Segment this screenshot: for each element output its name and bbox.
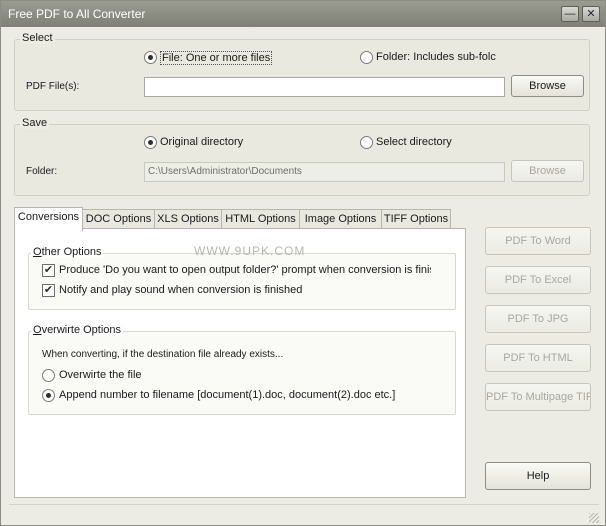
folder-radio-label[interactable]: Folder: Includes sub-folc	[376, 51, 496, 63]
pdf-to-word-button[interactable]: PDF To Word	[485, 227, 591, 255]
prompt-open-folder-label[interactable]: Produce 'Do you want to open output fold…	[59, 264, 431, 276]
save-group-label: Save	[20, 117, 50, 129]
file-radio-label[interactable]: File: One or more files	[160, 51, 273, 65]
folder-label: Folder:	[26, 166, 58, 177]
select-directory-radio[interactable]	[360, 136, 373, 149]
tab-tiff-options[interactable]: TIFF Options	[381, 209, 451, 229]
conversions-tab-panel: Other Options ✔ Produce 'Do you want to …	[14, 228, 466, 498]
overwrite-file-radio[interactable]	[42, 369, 55, 382]
pdf-to-jpg-button[interactable]: PDF To JPG	[485, 305, 591, 333]
append-number-label[interactable]: Append number to filename [document(1).d…	[59, 389, 395, 401]
other-options-label: Other Options	[31, 246, 104, 258]
tab-conversions[interactable]: Conversions	[14, 207, 83, 231]
window-title: Free PDF to All Converter	[8, 7, 146, 21]
save-browse-button[interactable]: Browse	[511, 160, 584, 182]
tab-xls-options[interactable]: XLS Options	[154, 209, 222, 229]
save-folder-input[interactable]: C:\Users\Administrator\Documents	[144, 162, 505, 182]
select-browse-button[interactable]: Browse	[511, 75, 584, 97]
original-directory-label[interactable]: Original directory	[160, 136, 243, 148]
original-directory-radio[interactable]	[144, 136, 157, 149]
pdf-to-excel-button[interactable]: PDF To Excel	[485, 266, 591, 294]
resize-grip-icon[interactable]	[589, 513, 599, 523]
append-number-radio[interactable]	[42, 389, 55, 402]
status-bar	[9, 504, 599, 518]
watermark-text: WWW.9UPK.COM	[194, 244, 306, 258]
overwrite-description: When converting, if the destination file…	[42, 349, 284, 360]
pdf-to-multipage-tiff-button[interactable]: PDF To Multipage TIFF	[485, 383, 591, 411]
prompt-open-folder-checkbox[interactable]: ✔	[42, 264, 55, 277]
pdf-files-input[interactable]	[144, 77, 505, 97]
folder-radio[interactable]	[360, 51, 373, 64]
overwrite-options-label: Overwirte Options	[31, 324, 124, 336]
notify-sound-checkbox[interactable]: ✔	[42, 284, 55, 297]
select-group-label: Select	[20, 32, 55, 44]
tab-html-options[interactable]: HTML Options	[221, 209, 300, 229]
other-options-group	[28, 253, 456, 310]
notify-sound-label[interactable]: Notify and play sound when conversion is…	[59, 284, 302, 296]
minimize-button[interactable]: —	[561, 6, 579, 22]
title-bar[interactable]: Free PDF to All Converter — ✕	[1, 1, 605, 27]
tab-doc-options[interactable]: DOC Options	[82, 209, 155, 229]
select-group	[14, 39, 590, 111]
save-group	[14, 124, 590, 196]
pdf-to-html-button[interactable]: PDF To HTML	[485, 344, 591, 372]
overwrite-file-label[interactable]: Overwirte the file	[59, 369, 142, 381]
app-window: Free PDF to All Converter — ✕ Select Fil…	[0, 0, 606, 526]
file-radio[interactable]	[144, 51, 157, 64]
tab-image-options[interactable]: Image Options	[299, 209, 382, 229]
close-button[interactable]: ✕	[582, 6, 600, 22]
select-directory-label[interactable]: Select directory	[376, 136, 452, 148]
pdf-files-label: PDF File(s):	[26, 81, 80, 92]
help-button[interactable]: Help	[485, 462, 591, 490]
